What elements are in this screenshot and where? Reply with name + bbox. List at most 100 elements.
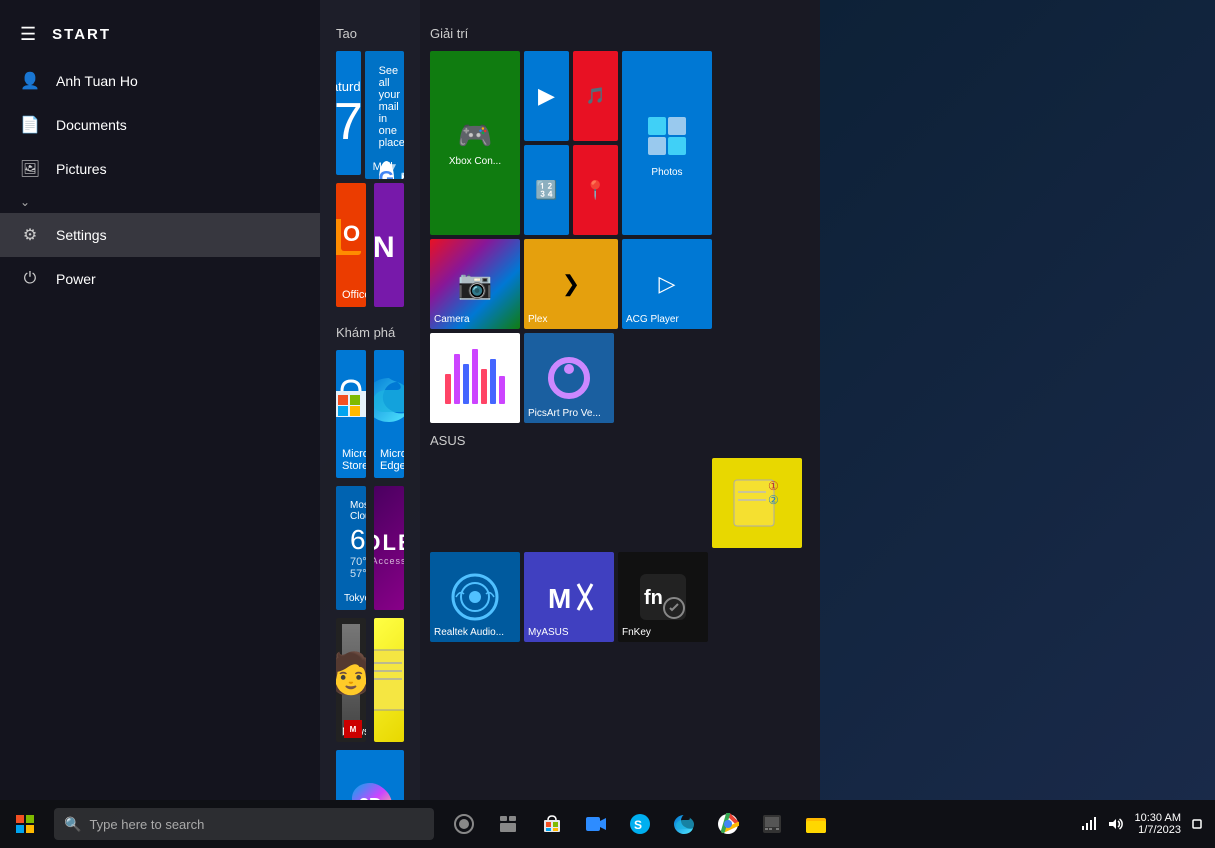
tile-realtek[interactable]: Realtek Audio... (430, 552, 520, 642)
dolby-text: DOLBY (374, 530, 404, 556)
zoom-icon (585, 813, 607, 835)
network-status-icon (1081, 816, 1097, 832)
tiles-row-bottom: 3D Paint 3D (336, 750, 404, 800)
asus-empty-2 (524, 458, 614, 548)
tiles-row-store: Microsoft Store (336, 350, 404, 478)
tile-store[interactable]: Microsoft Store (336, 350, 366, 478)
skype-icon: S (629, 813, 651, 835)
tile-onenote[interactable]: N (374, 183, 404, 307)
tile-sketchpad2[interactable]: ① ② (712, 458, 802, 548)
sidebar-item-power[interactable]: ⏻ Power (0, 257, 320, 301)
tile-paint3d[interactable]: 3D Paint 3D (336, 750, 404, 800)
section-tao-label: Tao (336, 26, 404, 41)
documents-label: Documents (56, 117, 127, 133)
tile-soundscape[interactable] (430, 333, 520, 423)
taskbar-start-button[interactable] (0, 800, 50, 848)
tile-calendar[interactable]: Saturday 7 (336, 51, 361, 175)
photos-icon (640, 109, 694, 163)
network-icon[interactable] (1077, 800, 1101, 848)
start-label: START (52, 26, 111, 43)
explorer-icon (805, 813, 827, 835)
start-menu: ☰ START 👤 Anh Tuan Ho 📄 Documents 🖼 Pict… (0, 0, 820, 800)
hamburger-icon[interactable]: ☰ (20, 24, 36, 45)
sidebar-item-pictures[interactable]: 🖼 Pictures (0, 147, 320, 191)
sidebar-item-user[interactable]: 👤 Anh Tuan Ho (0, 59, 320, 103)
realtek-icon (448, 570, 502, 624)
documents-icon: 📄 (20, 115, 40, 135)
tile-weather[interactable]: Mostly Cloudy 61° 70° 57° Tokyo (336, 486, 366, 610)
asus-empty-3 (618, 458, 708, 548)
asus-empty-1 (430, 458, 520, 548)
news-msn-icon: M (344, 720, 362, 738)
tile-sketchpad[interactable]: ① ② (374, 618, 404, 742)
svg-text:N: N (374, 231, 395, 264)
weather-temp: 61° (350, 524, 352, 556)
paint3d-icon: 3D (343, 777, 397, 800)
tile-photos[interactable]: Photos (622, 51, 712, 235)
taskbar-cortana-icon[interactable] (444, 800, 484, 848)
tile-picsart[interactable]: PicsArt Pro Ve... (524, 333, 614, 423)
tile-myasus[interactable]: M MyASUS (524, 552, 614, 642)
svg-text:S: S (634, 818, 642, 832)
tile-groove[interactable]: 🎵 (573, 51, 618, 141)
pictures-label: Pictures (56, 161, 107, 177)
weather-condition: Mostly Cloudy (350, 500, 352, 522)
username: Anh Tuan Ho (56, 73, 138, 89)
taskbar-store-icon[interactable] (532, 800, 572, 848)
sidebar-top: 👤 Anh Tuan Ho 📄 Documents 🖼 Pictures ⌄ ⚙… (0, 59, 320, 800)
notification-icon[interactable] (1189, 800, 1205, 848)
sidebar-item-documents[interactable]: 📄 Documents (0, 103, 320, 147)
user-icon: 👤 (20, 71, 40, 91)
tiles-row-weather: Mostly Cloudy 61° 70° 57° Tokyo DOLBY Ac… (336, 486, 404, 610)
myasus-label: MyASUS (528, 627, 569, 638)
svg-text:O: O (343, 221, 360, 246)
tile-office[interactable]: O Office (336, 183, 366, 307)
settings-icon: ⚙ (20, 225, 40, 245)
taskbar-taskview-icon[interactable] (488, 800, 528, 848)
calendar-day: Saturday (336, 79, 361, 94)
tile-edge[interactable]: Microsoft Edge (374, 350, 404, 478)
system-time: 10:30 AM 1/7/2023 (1129, 810, 1187, 838)
expand-chevron-icon[interactable]: ⌄ (20, 195, 30, 209)
dolby-sub: Access (374, 556, 404, 566)
taskbar-zoom-icon[interactable] (576, 800, 616, 848)
taskbar-right: 10:30 AM 1/7/2023 (1077, 800, 1215, 848)
tiles-row-news: 🧑 News M ① ② (336, 618, 404, 742)
sketchpad2-icon: ① ② (730, 476, 784, 530)
xbox-label: Xbox Con... (449, 156, 501, 167)
tile-movies[interactable]: ▶ (524, 51, 569, 141)
taskbar-media-icon[interactable] (752, 800, 792, 848)
sidebar-item-settings[interactable]: ⚙ Settings (0, 213, 320, 257)
onenote-icon: N (374, 219, 404, 271)
tile-dolby[interactable]: DOLBY Access (374, 486, 404, 610)
taskbar-edge-icon[interactable] (664, 800, 704, 848)
tile-plex[interactable]: ❯ Plex (524, 239, 618, 329)
tile-maps[interactable]: 📍 (573, 145, 618, 235)
section-asus-label: ASUS (430, 433, 810, 448)
taskbar-icons: S (444, 800, 836, 848)
volume-icon[interactable] (1103, 800, 1127, 848)
settings-label: Settings (56, 227, 107, 243)
tile-mail[interactable]: See all your mail in one place G 📧 ✉ Mai (365, 51, 404, 179)
taskbar-chrome-icon[interactable] (708, 800, 748, 848)
realtek-label: Realtek Audio... (434, 627, 504, 638)
weather-hi-lo: 70° 57° (350, 556, 352, 580)
tile-acg[interactable]: ▷ ACG Player (622, 239, 712, 329)
svg-text:②: ② (768, 493, 779, 507)
taskbar-search-bar[interactable]: 🔍 Type here to search (54, 808, 434, 840)
calendar-num: 7 (336, 96, 361, 148)
taskbar-skype-icon[interactable]: S (620, 800, 660, 848)
tile-fnkey[interactable]: fn FnKey (618, 552, 708, 642)
tile-xbox[interactable]: 🎮 Xbox Con... (430, 51, 520, 235)
taskbar-explorer-icon[interactable] (796, 800, 836, 848)
tile-news[interactable]: 🧑 News M (336, 618, 366, 742)
power-label: Power (56, 271, 96, 287)
edge-icon (374, 370, 404, 430)
tile-camera[interactable]: 📷 Camera (430, 239, 520, 329)
mail-dropdown-icon[interactable]: ▼ (388, 162, 398, 173)
tile-calc[interactable]: 🔢 (524, 145, 569, 235)
volume-status-icon (1107, 816, 1123, 832)
office-icon: O (336, 211, 366, 263)
plex-label: Plex (528, 314, 547, 325)
tiles-row-2: O Office N (336, 183, 404, 307)
